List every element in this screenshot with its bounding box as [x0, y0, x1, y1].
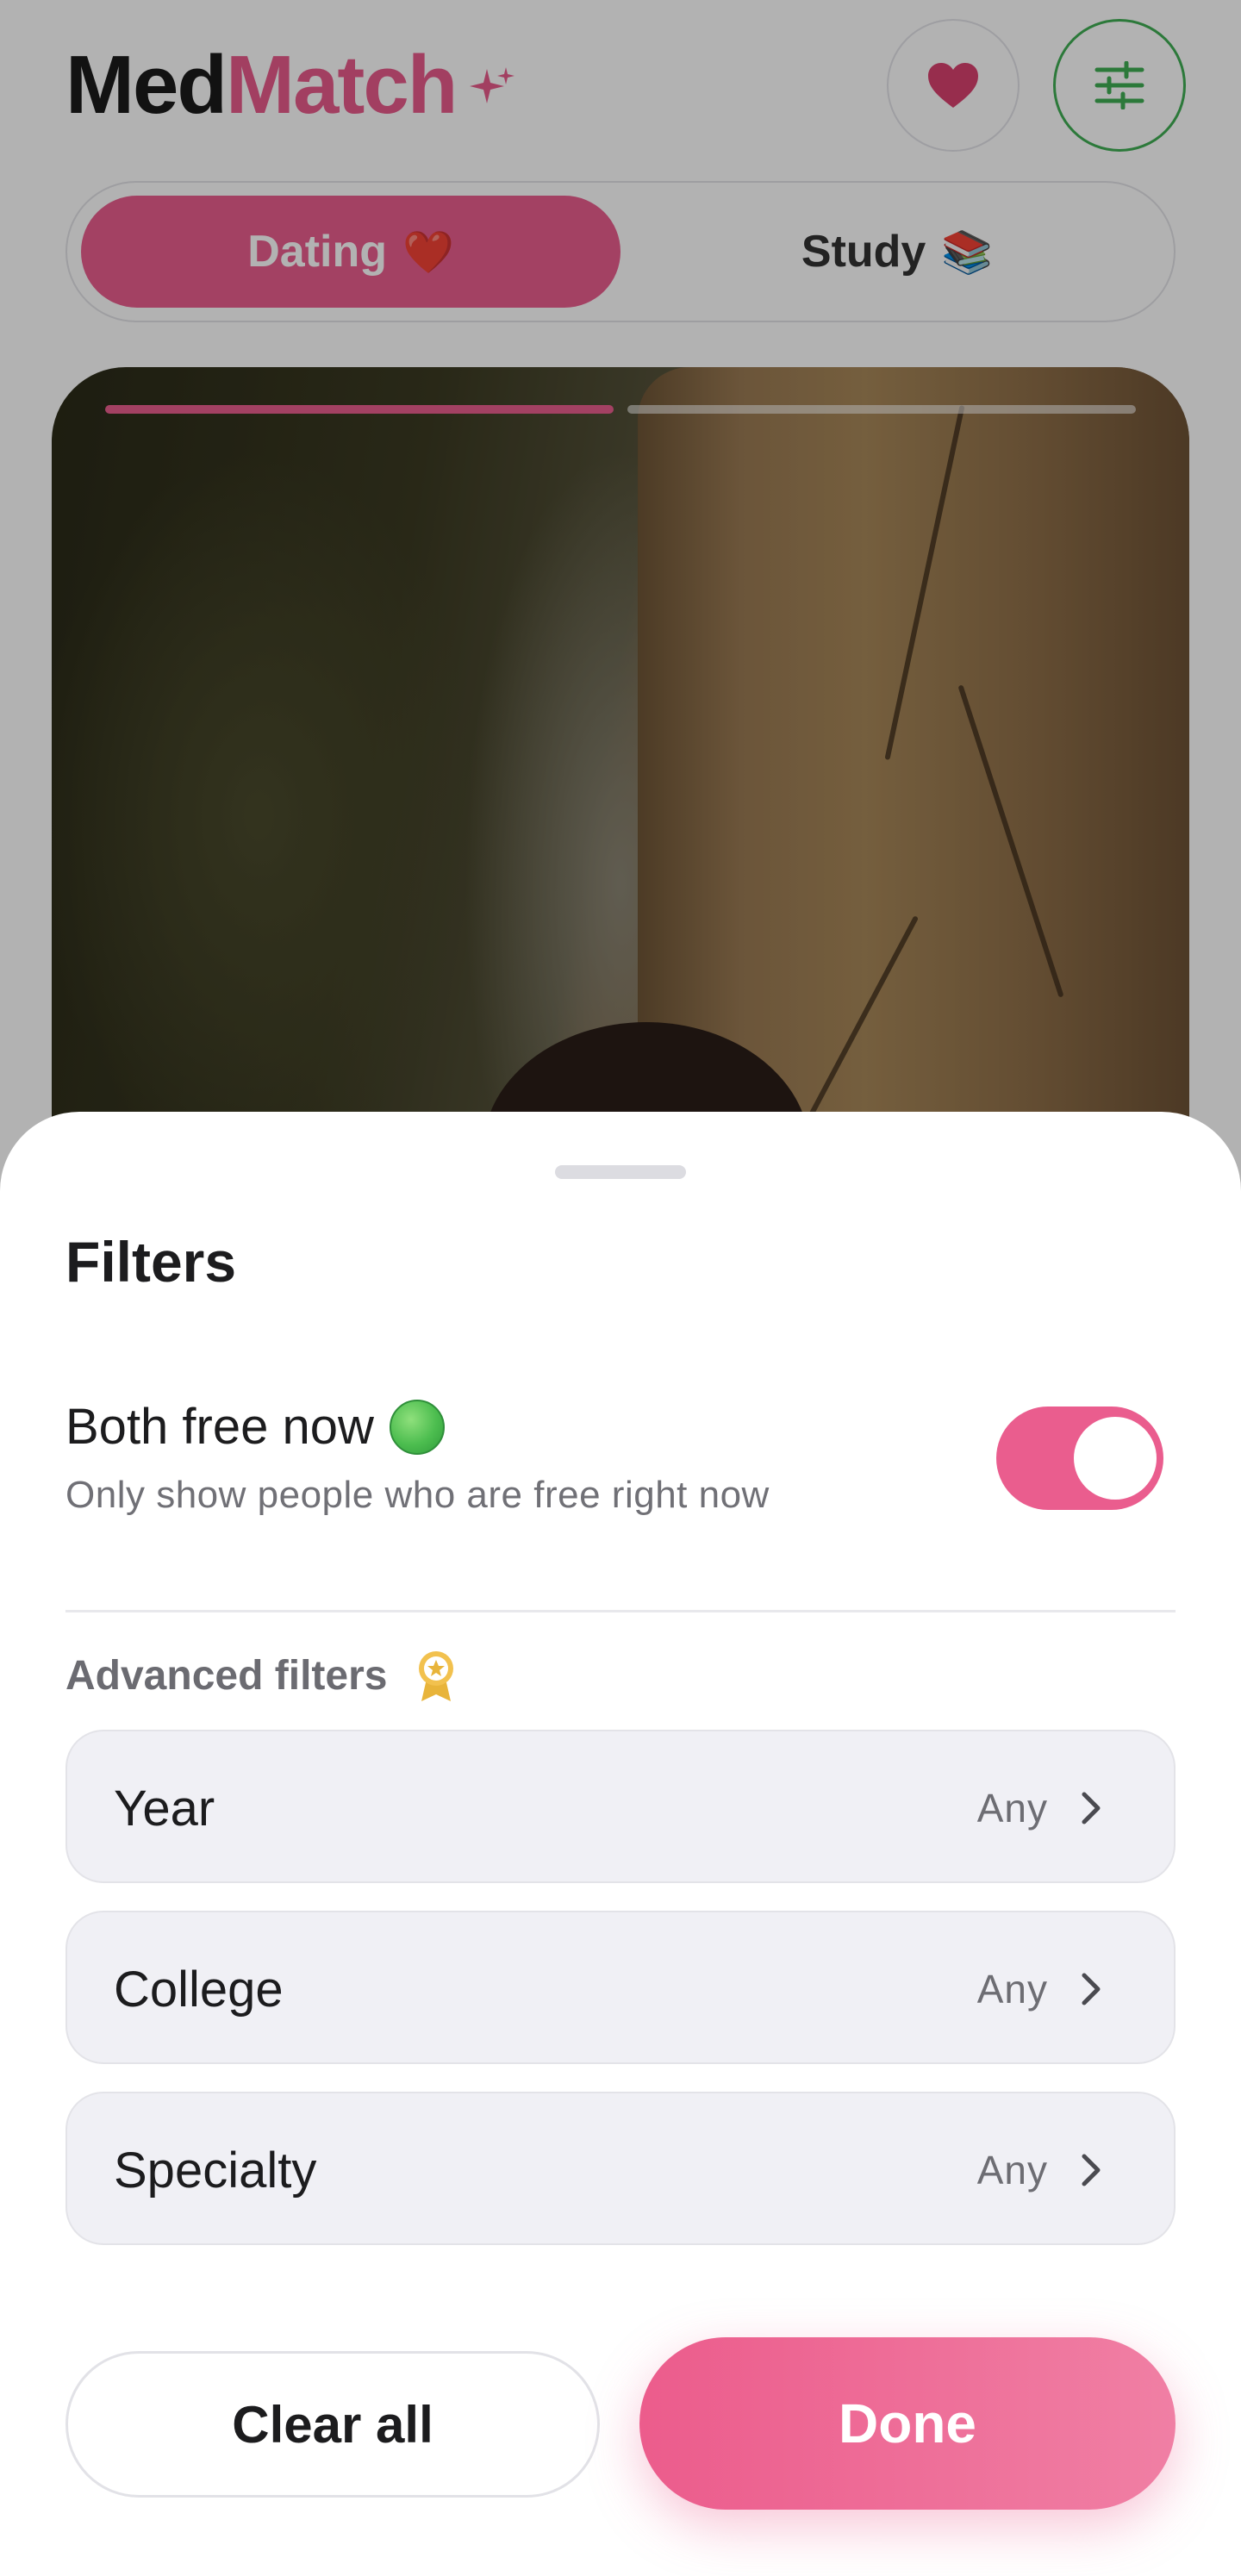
free-now-title: Both free now: [65, 1398, 445, 1456]
filters-sheet: Filters Both free now Only show people w…: [0, 1112, 1241, 2576]
filter-row-college[interactable]: College Any: [65, 1911, 1176, 2064]
filter-row-value: Any: [976, 1967, 1048, 2012]
green-circle-icon: [389, 1399, 445, 1455]
chevron-right-icon: [1082, 1792, 1101, 1824]
free-now-toggle[interactable]: [996, 1407, 1163, 1510]
sheet-title: Filters: [65, 1230, 237, 1294]
sheet-grabber[interactable]: [555, 1165, 686, 1179]
filter-row-value: Any: [976, 1786, 1048, 1831]
advanced-filters-text: Advanced filters: [65, 1652, 388, 1699]
free-now-title-text: Both free now: [65, 1399, 374, 1455]
advanced-filters-label: Advanced filters: [65, 1648, 458, 1703]
free-now-subtitle: Only show people who are free right now: [65, 1474, 770, 1516]
chevron-right-icon: [1082, 2154, 1101, 2186]
divider: [65, 1610, 1176, 1612]
filter-row-specialty[interactable]: Specialty Any: [65, 2092, 1176, 2245]
clear-all-button[interactable]: Clear all: [65, 2351, 600, 2498]
toggle-knob: [1074, 1417, 1157, 1500]
filter-row-label: Specialty: [114, 2142, 317, 2199]
filter-row-year[interactable]: Year Any: [65, 1730, 1176, 1883]
done-button[interactable]: Done: [639, 2337, 1176, 2510]
filter-row-label: Year: [114, 1780, 215, 1837]
premium-badge-icon: [419, 1651, 454, 1701]
filter-row-label: College: [114, 1961, 284, 2018]
screen: Med Match Dating ❤️ Study 📚 Filters Both…: [0, 0, 1241, 2576]
chevron-right-icon: [1082, 1973, 1101, 2005]
filter-row-value: Any: [976, 2148, 1048, 2192]
